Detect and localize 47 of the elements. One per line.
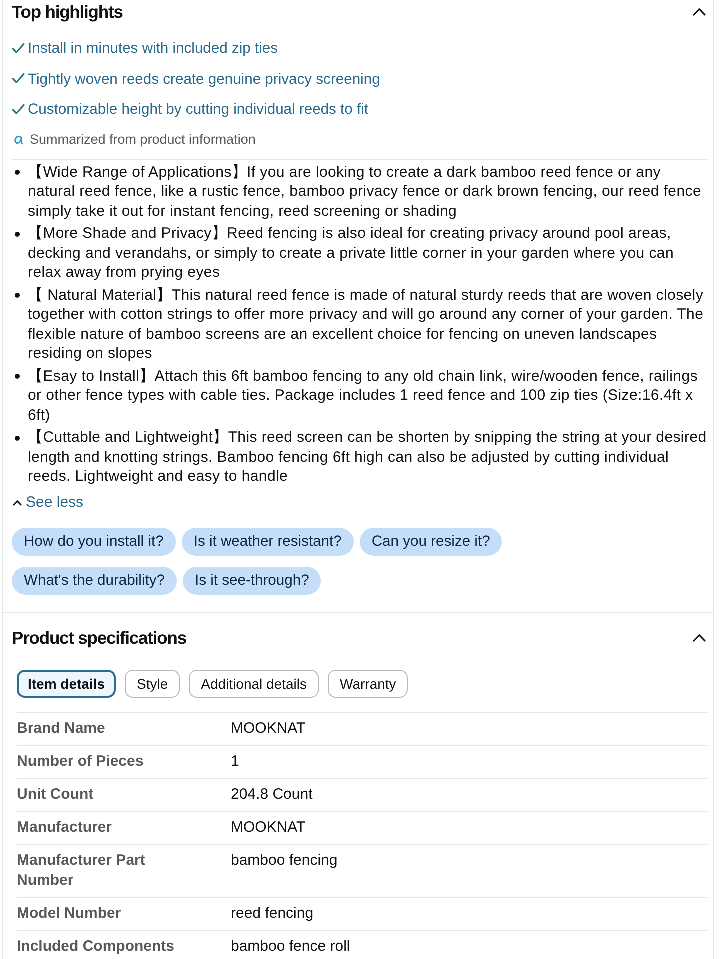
spec-value: bamboo fencing: [231, 850, 339, 870]
spec-value: bamboo fence roll: [231, 936, 352, 956]
check-icon: [12, 73, 25, 84]
check-icon: [12, 104, 25, 115]
spec-label: Number of Pieces: [17, 752, 145, 772]
feature-bullet-text: 【Esay to Install】Attach this 6ft bamboo fencing to any old chain link, wire/wooden fence, railings or other fence types with cable ties. Package includes 1 reed fence and 100 zip ties (Size:16.4ft x 6ft): [28, 366, 699, 425]
feature-bullet-text: 【More Shade and Privacy】Reed fencing is also ideal for creating privacy around pool areas, decking and verandahs, or simply to create a private little corner in your garden where you can relax away from prying eyes: [28, 224, 676, 282]
feature-bullet-text: 【Cuttable and Lightweight】This reed screen can be shorten by snipping the string at your desired length and knotting strings. Bamboo fencing 6ft high can also be adjusted by cutting individual reeds. Lightweight and easy to handle: [28, 428, 707, 486]
spec-label: Manufacturer: [17, 818, 114, 838]
suggested-question-button[interactable]: What's the durability?: [12, 566, 177, 594]
spec-value: reed fencing: [231, 904, 315, 924]
suggested-question-button[interactable]: How do you install it?: [12, 528, 176, 556]
swirl-icon: [14, 134, 23, 144]
spec-tab[interactable]: Warranty: [328, 670, 408, 698]
bullet-icon: [15, 374, 20, 379]
chevron-up-icon[interactable]: [693, 8, 706, 16]
feature-bullet-text: 【Wide Range of Applications】If you are looking to create a dark bamboo reed fence or any natural reed fence, like a rustic fence, bamboo privacy fence or dark brown fencing, our reed fence simply take it out for instant fencing, reed screening or shading: [28, 162, 702, 221]
spec-label: Brand Name: [17, 718, 106, 738]
spec-value: MOOKNAT: [231, 818, 307, 838]
spec-tab[interactable]: Item details: [17, 670, 116, 698]
spec-label: Manufacturer Part Number: [17, 850, 146, 890]
summary-note: Summarized from product information: [30, 130, 256, 148]
check-icon: [12, 42, 25, 54]
chevron-up-icon[interactable]: [693, 634, 706, 642]
highlight-text: Customizable height by cutting individual reeds to fit: [28, 101, 369, 120]
suggested-question-button[interactable]: Is it weather resistant?: [182, 528, 354, 556]
suggested-question-button[interactable]: Can you resize it?: [360, 528, 502, 556]
highlight-text: Install in minutes with included zip ties: [28, 40, 278, 60]
caret-up-icon: [13, 500, 22, 506]
highlight-text: Tightly woven reeds create genuine privacy screening: [28, 70, 380, 90]
bullet-icon: [15, 293, 20, 298]
bullet-icon: [15, 436, 20, 440]
bullet-icon: [15, 170, 20, 175]
bullet-icon: [15, 232, 20, 236]
spec-value: 204.8 Count: [231, 784, 314, 804]
spec-tab[interactable]: Style: [125, 670, 180, 698]
section-title: Product specifications: [12, 626, 186, 650]
spec-tab[interactable]: Additional details: [189, 670, 320, 698]
spec-label: Model Number: [17, 904, 122, 924]
spec-label: Unit Count: [17, 784, 95, 804]
spec-label: Included Components: [17, 936, 176, 956]
spec-value: MOOKNAT: [231, 718, 307, 738]
section-title: Top highlights: [12, 1, 123, 24]
suggested-question-button[interactable]: Is it see-through?: [183, 566, 322, 594]
feature-bullet-text: 【 Natural Material】This natural reed fence is made of natural sturdy reeds that are woven closely together with cotton strings to offer more privacy and will go around any corner of your garden. The flexible nature of bamboo screens are an excellent choice for fencing on uneven landscapes residing on slopes: [28, 286, 705, 364]
see-less-link[interactable]: See less: [12, 492, 84, 512]
spec-value: 1: [231, 752, 240, 772]
